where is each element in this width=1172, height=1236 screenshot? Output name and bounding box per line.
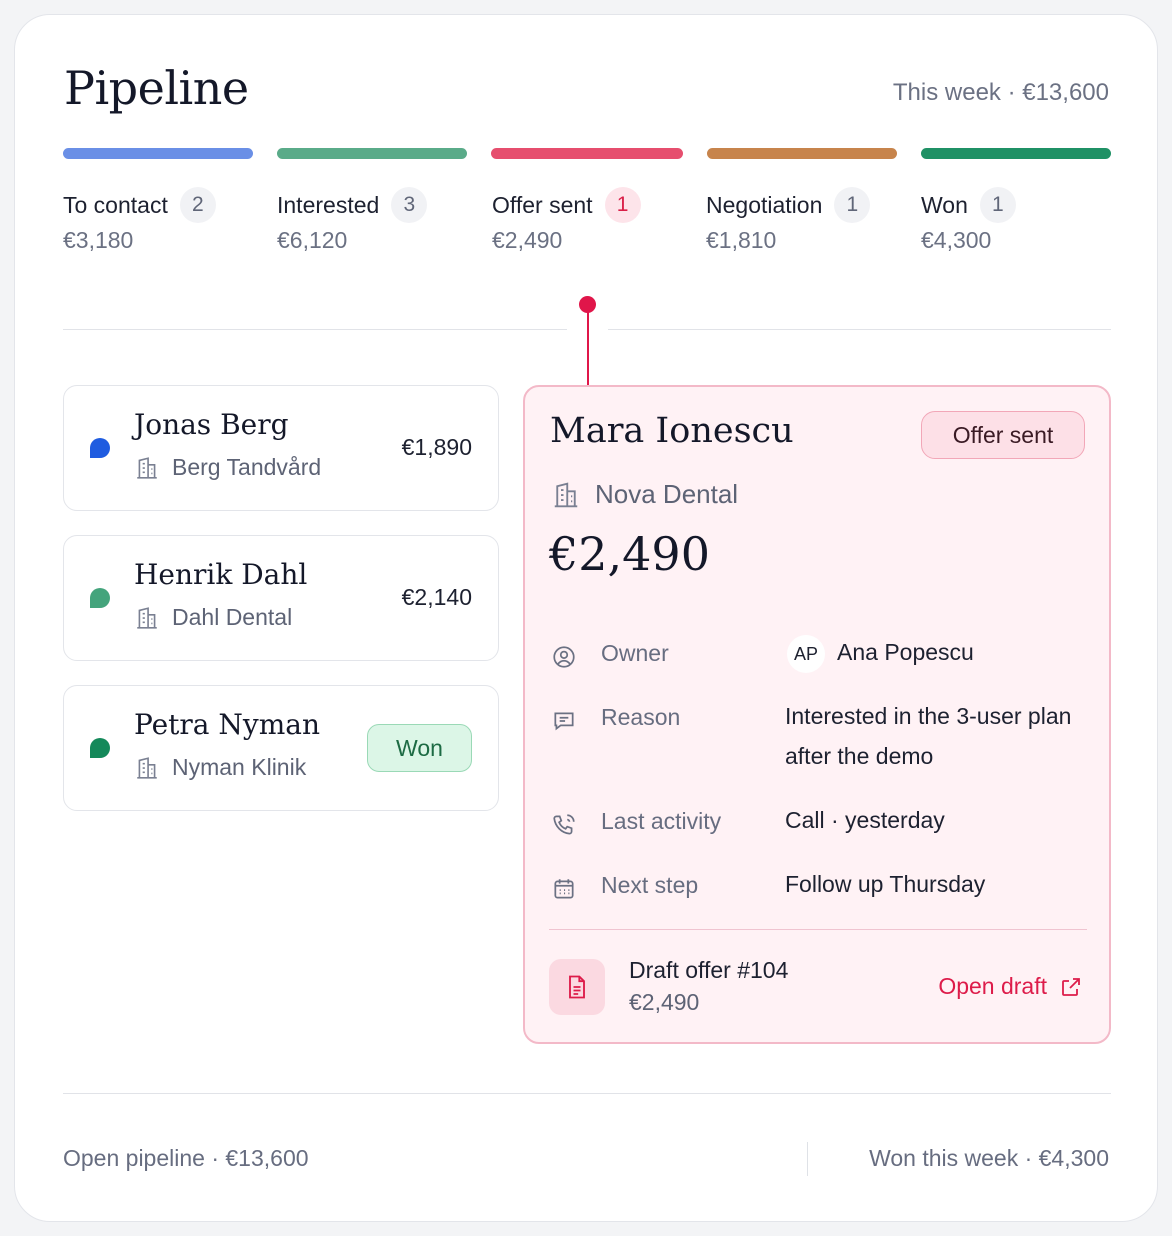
deal-company-name: Nyman Klinik: [172, 754, 307, 780]
detail-company: Nova Dental: [551, 479, 738, 510]
reason-label: Reason: [601, 704, 681, 730]
stage-won[interactable]: Won 1 €4,300: [921, 187, 1016, 254]
stage-to-contact[interactable]: To contact 2 €3,180: [63, 187, 216, 254]
detail-divider: [549, 929, 1087, 930]
stage-count: 2: [179, 187, 216, 223]
deal-card[interactable]: Petra Nyman Nyman Klinik Won: [63, 685, 499, 811]
deal-company-name: Dahl Dental: [172, 604, 293, 630]
deal-card[interactable]: Jonas Berg Berg Tandvård €1,890: [63, 385, 499, 511]
draft-doc-tile: [549, 959, 605, 1015]
stage-count: 3: [391, 187, 428, 223]
stage-name: Won: [921, 191, 968, 218]
open-draft-label: Open draft: [938, 973, 1047, 999]
stage-negotiation[interactable]: Negotiation 1 €1,810: [706, 187, 871, 254]
message-icon: [554, 712, 574, 731]
deal-contact-name: Henrik Dahl: [134, 558, 308, 591]
avatar: AP: [787, 634, 825, 673]
selection-pin-line: [587, 309, 589, 385]
calendar-icon: [554, 879, 574, 899]
stage-bar-to-contact: [63, 148, 253, 159]
stage-count: 1: [834, 187, 871, 223]
building-icon: [137, 606, 157, 629]
stage-amount: €3,180: [63, 227, 134, 253]
external-link-icon: [1062, 977, 1080, 996]
stage-name: Offer sent: [492, 191, 593, 218]
stage-offer-sent[interactable]: Offer sent 1 €2,490: [492, 187, 641, 254]
stage-bar-interested: [277, 148, 467, 159]
building-icon: [137, 756, 157, 779]
stage-bar-negotiation: [707, 148, 897, 159]
stage-dot: [90, 588, 110, 608]
deal-company: Dahl Dental: [134, 604, 292, 631]
won-this-week-total: Won this week · €4,300: [869, 1145, 1109, 1171]
deal-amount: €2,140: [401, 584, 472, 610]
deal-detail-panel: Mara Ionescu Offer sent Nova Dental €2,4…: [523, 385, 1111, 1044]
stage-amount: €1,810: [706, 227, 777, 253]
stage-interested[interactable]: Interested 3 €6,120: [277, 187, 428, 254]
owner-name: Ana Popescu: [837, 639, 974, 665]
next-step-value: Follow up Thursday: [785, 871, 986, 897]
document-icon: [569, 975, 585, 999]
stage-amount: €4,300: [921, 227, 992, 253]
deal-company-name: Berg Tandvård: [172, 454, 322, 480]
next-step-label: Next step: [601, 872, 699, 898]
won-badge: Won: [367, 724, 472, 772]
stage-amount: €2,490: [492, 227, 563, 253]
page-title: Pipeline: [64, 61, 249, 115]
stage-dot: [90, 438, 110, 458]
deal-company: Berg Tandvård: [134, 454, 321, 481]
detail-contact-name: Mara Ionescu: [550, 411, 794, 451]
activity-label: Last activity: [601, 808, 722, 834]
stage-name: To contact: [63, 191, 168, 218]
phone-icon: [553, 814, 575, 835]
footer-divider: [63, 1093, 1111, 1094]
detail-stage-badge: Offer sent: [921, 411, 1085, 459]
pipeline-card: Pipeline This week · €13,600 To contact …: [14, 14, 1158, 1222]
deal-contact-name: Jonas Berg: [134, 408, 289, 441]
footer-separator: [807, 1142, 808, 1176]
draft-amount: €2,490: [629, 989, 700, 1015]
owner-label: Owner: [601, 640, 669, 666]
reason-value: Interested in the 3-user plan after the …: [785, 703, 1072, 769]
deal-company: Nyman Klinik: [134, 754, 306, 781]
week-summary: This week · €13,600: [892, 79, 1109, 106]
deal-card[interactable]: Henrik Dahl Dahl Dental €2,140: [63, 535, 499, 661]
stage-bar-won: [921, 148, 1111, 159]
section-divider-right: [608, 329, 1111, 330]
detail-company-name: Nova Dental: [595, 479, 739, 509]
deal-contact-name: Petra Nyman: [134, 708, 320, 741]
stage-amount: €6,120: [277, 227, 348, 253]
stage-bar-offer-sent: [491, 148, 683, 159]
open-pipeline-total: Open pipeline · €13,600: [63, 1145, 309, 1171]
building-icon: [554, 482, 578, 507]
draft-title: Draft offer #104: [629, 957, 789, 983]
stage-dot: [90, 738, 110, 758]
stage-name: Interested: [277, 191, 380, 218]
user-circle-icon: [553, 646, 575, 668]
stage-count: 1: [979, 187, 1016, 223]
stage-count: 1: [604, 187, 641, 223]
activity-value: Call · yesterday: [785, 807, 945, 833]
owner-value: AP Ana Popescu: [787, 632, 1087, 673]
building-icon: [137, 456, 157, 479]
deal-amount: €1,890: [401, 434, 472, 460]
open-draft-link[interactable]: Open draft: [938, 973, 1083, 1000]
stage-name: Negotiation: [706, 191, 823, 218]
detail-amount: €2,490: [549, 527, 710, 581]
section-divider-left: [63, 329, 567, 330]
